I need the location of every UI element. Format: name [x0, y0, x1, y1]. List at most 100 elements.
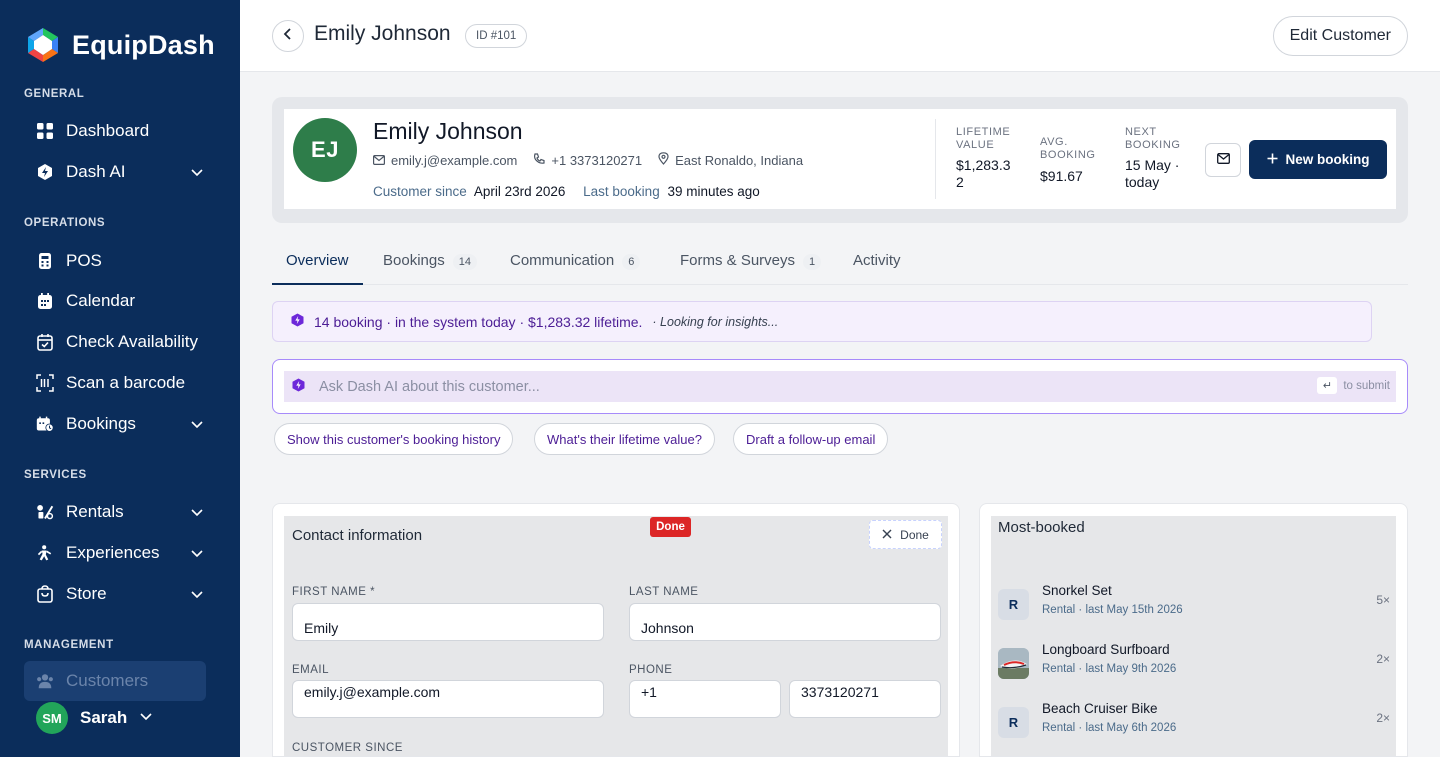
user-menu[interactable]: SM Sarah	[36, 702, 153, 734]
sidebar-item-calendar[interactable]: Calendar	[36, 286, 216, 316]
tab-label: Activity	[853, 252, 901, 269]
last-name-label: LAST NAME	[629, 586, 699, 598]
email-detail[interactable]: emily.j@example.com	[373, 153, 517, 168]
page-title: Emily Johnson	[314, 22, 451, 45]
sidebar-item-experiences[interactable]: Experiences	[36, 538, 216, 568]
phone-icon	[533, 152, 545, 168]
stat-label: BOOKING	[1040, 149, 1096, 161]
customer-tabs: Overview Bookings 14 Communication 6 For…	[272, 243, 1408, 285]
suggestion-chip[interactable]: Draft a follow-up email	[733, 423, 889, 455]
email-customer-button[interactable]	[1205, 143, 1241, 177]
chevron-down-icon	[190, 416, 204, 436]
item-meta: Rental · last May 15th 2026	[1042, 604, 1183, 616]
ask-input-field[interactable]: Ask Dash AI about this customer... ↵ to …	[284, 371, 1396, 402]
last-name-field[interactable]: Johnson	[629, 603, 941, 641]
chevron-down-icon	[190, 164, 204, 184]
tab-overview[interactable]: Overview	[272, 243, 363, 285]
stat-next-booking: NEXT BOOKING 15 May · today	[1125, 126, 1181, 191]
tab-label: Communication	[510, 252, 615, 269]
sidebar-item-label: Check Availability	[66, 332, 198, 351]
tab-bookings[interactable]: Bookings 14	[383, 243, 477, 285]
item-count: 2×	[1376, 711, 1390, 725]
stat-label: AVG.	[1040, 136, 1068, 148]
customer-meta: Customer since April 23rd 2026 Last book…	[373, 184, 760, 199]
sidebar-item-store[interactable]: Store	[36, 579, 216, 609]
store-icon	[36, 585, 54, 603]
sidebar-item-scan-barcode[interactable]: Scan a barcode	[36, 368, 216, 398]
sidebar-item-rentals[interactable]: Rentals	[36, 497, 216, 527]
item-count: 5×	[1376, 593, 1390, 607]
most-booked-header: Most-booked	[991, 516, 1396, 553]
plus-icon	[1267, 152, 1278, 167]
done-button[interactable]: Done	[869, 520, 942, 549]
status-badge: Done	[650, 517, 691, 537]
email-field[interactable]: emily.j@example.com	[292, 680, 604, 718]
sidebar-item-label: Store	[66, 584, 107, 603]
contact-information-panel: Contact information Done Done FIRST NAME…	[272, 503, 960, 757]
tab-count-badge: 6	[622, 254, 641, 270]
sidebar-item-label: Rentals	[66, 502, 124, 521]
brand-name: EquipDash	[72, 29, 215, 60]
stat-value-line: today	[1125, 174, 1160, 190]
submit-hint: ↵ to submit	[1317, 377, 1390, 394]
calendar-check-icon	[36, 333, 54, 351]
customer-phone: +1 3373120271	[551, 152, 643, 168]
edit-customer-button[interactable]: Edit Customer	[1272, 16, 1408, 56]
section-label-services: SERVICES	[24, 469, 87, 481]
list-item[interactable]: R Snorkel Set Rental · last May 15th 202…	[991, 579, 1396, 629]
profile-summary: EJ Emily Johnson emily.j@example.com +1 …	[272, 97, 1408, 223]
insight-status: · Looking for insights...	[652, 314, 779, 329]
sidebar-item-label: Dashboard	[66, 121, 150, 140]
first-name-field[interactable]: Emily	[292, 603, 604, 641]
item-name: Snorkel Set	[1042, 583, 1112, 598]
list-item[interactable]: R Beach Cruiser Bike Rental · last May 6…	[991, 697, 1396, 747]
tab-forms-surveys[interactable]: Forms & Surveys 1	[680, 243, 822, 285]
phone-number-field[interactable]: 3373120271	[789, 680, 941, 718]
list-item[interactable]: Longboard Surfboard Rental · last May 9t…	[991, 638, 1396, 688]
done-label: Done	[900, 527, 929, 542]
section-label-operations: OPERATIONS	[24, 217, 106, 229]
sidebar-item-dashboard[interactable]: Dashboard	[36, 116, 216, 146]
customer-avatar: EJ	[293, 118, 357, 182]
stat-label: BOOKING	[1125, 139, 1181, 151]
dash-ai-icon	[36, 163, 54, 181]
tab-communication[interactable]: Communication 6	[510, 243, 641, 285]
new-booking-label: New booking	[1285, 152, 1370, 167]
stat-value-line: 2	[956, 174, 964, 190]
map-pin-icon	[658, 152, 669, 168]
profile-card: EJ Emily Johnson emily.j@example.com +1 …	[284, 109, 1396, 209]
barcode-scan-icon	[36, 374, 54, 392]
suggestion-chip[interactable]: Show this customer's booking history	[274, 423, 514, 455]
panel-title: Contact information	[292, 527, 423, 544]
sidebar-item-label: Bookings	[66, 414, 136, 433]
sidebar-item-pos[interactable]: POS	[36, 246, 216, 276]
item-name: Beach Cruiser Bike	[1042, 701, 1158, 716]
item-meta: Rental · last May 6th 2026	[1042, 722, 1177, 734]
item-name: Longboard Surfboard	[1042, 642, 1170, 657]
phone-detail[interactable]: +1 3373120271	[533, 153, 642, 168]
ask-dash-ai[interactable]: Ask Dash AI about this customer... ↵ to …	[272, 359, 1408, 414]
sidebar-item-label: Dash AI	[66, 162, 126, 181]
brand[interactable]: EquipDash	[24, 26, 215, 64]
stat-value: $1,283.3 2	[956, 157, 1011, 191]
submit-hint-text: to submit	[1343, 379, 1390, 392]
suggestion-chip[interactable]: What's their lifetime value?	[534, 423, 715, 455]
phone-country-code-field[interactable]: +1	[629, 680, 781, 718]
tab-count-badge: 14	[452, 254, 477, 270]
sidebar-item-check-availability[interactable]: Check Availability	[36, 327, 216, 357]
sidebar-item-dash-ai[interactable]: Dash AI	[36, 157, 216, 187]
section-label-management: MANAGEMENT	[24, 639, 114, 651]
item-count: 2×	[1376, 652, 1390, 666]
chevron-down-icon	[190, 504, 204, 524]
mail-icon	[1216, 151, 1230, 169]
new-booking-button[interactable]: New booking	[1249, 140, 1387, 179]
equipdash-logo-icon	[24, 26, 62, 64]
stat-avg-booking: AVG. BOOKING $91.67	[1040, 136, 1096, 185]
email-label: EMAIL	[292, 664, 330, 676]
rentals-icon	[36, 503, 54, 521]
sidebar-item-label: POS	[66, 251, 102, 270]
back-button[interactable]	[272, 20, 304, 52]
sidebar-item-customers[interactable]: Customers	[24, 661, 206, 701]
sidebar-item-bookings[interactable]: Bookings	[36, 409, 216, 439]
tab-activity[interactable]: Activity	[853, 243, 901, 285]
